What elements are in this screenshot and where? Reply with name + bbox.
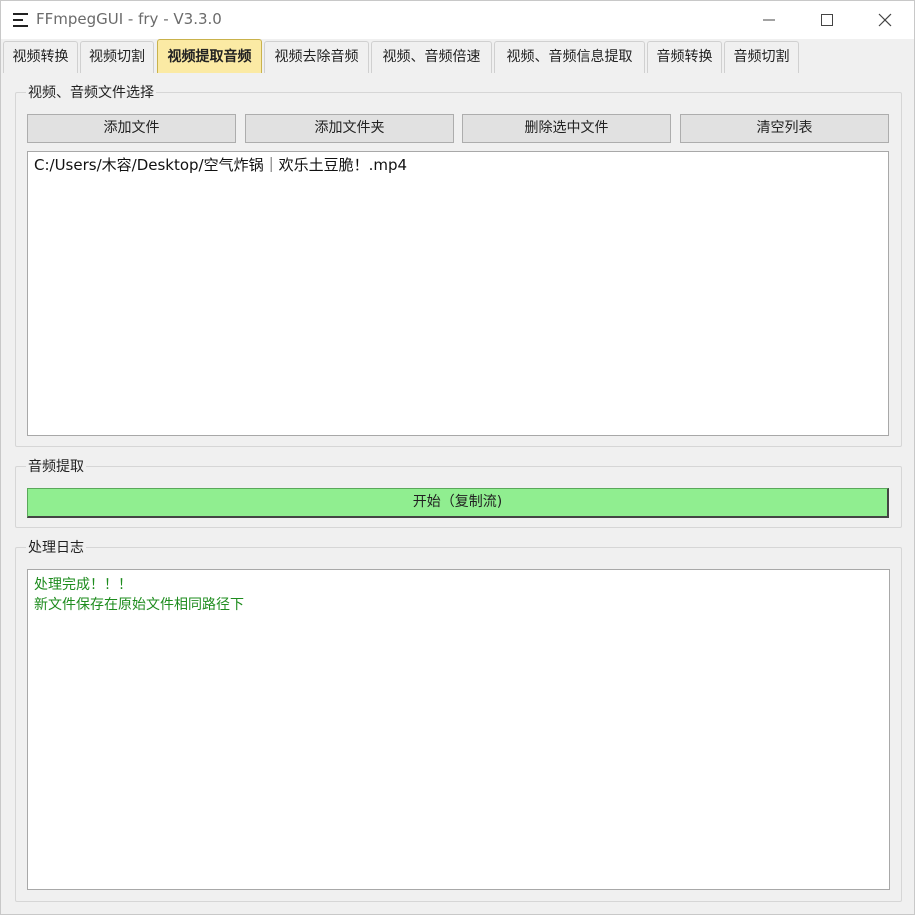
title-bar[interactable]: FFmpegGUI - fry - V3.3.0 [1,1,914,39]
list-item[interactable]: C:/Users/木容/Desktop/空气炸锅｜欢乐土豆脆！.mp4 [34,155,882,175]
file-list[interactable]: C:/Users/木容/Desktop/空气炸锅｜欢乐土豆脆！.mp4 [27,151,889,436]
log-line: 新文件保存在原始文件相同路径下 [34,597,244,613]
tab-speed[interactable]: 视频、音频倍速 [371,41,492,73]
app-window: FFmpegGUI - fry - V3.3.0 视频转换 视频切割 视频提取音… [0,0,915,915]
maximize-button[interactable] [798,1,856,39]
audio-extract-title: 音频提取 [26,458,86,476]
start-button[interactable]: 开始（复制流) [27,488,889,518]
log-title: 处理日志 [26,539,86,557]
tab-remove-audio[interactable]: 视频去除音频 [264,41,369,73]
clear-list-button[interactable]: 清空列表 [680,114,889,143]
tab-extract-audio[interactable]: 视频提取音频 [157,39,262,73]
tab-video-cut[interactable]: 视频切割 [80,41,154,73]
window-title: FFmpegGUI - fry - V3.3.0 [36,10,222,28]
log-textbox[interactable]: 处理完成！！！ 新文件保存在原始文件相同路径下 [27,569,890,890]
maximize-icon [821,14,833,26]
tab-info-extract[interactable]: 视频、音频信息提取 [494,41,645,73]
tab-bar: 视频转换 视频切割 视频提取音频 视频去除音频 视频、音频倍速 视频、音频信息提… [1,39,914,73]
file-selection-title: 视频、音频文件选择 [26,84,156,102]
close-button[interactable] [856,1,914,39]
add-file-button[interactable]: 添加文件 [27,114,236,143]
log-line: 处理完成！！！ [34,577,132,593]
minimize-button[interactable] [740,1,798,39]
delete-selected-button[interactable]: 删除选中文件 [462,114,671,143]
tab-video-convert[interactable]: 视频转换 [3,41,78,73]
tab-audio-convert[interactable]: 音频转换 [647,41,722,73]
minimize-icon [763,19,775,21]
close-icon [878,13,892,27]
menu-icon[interactable] [13,13,28,27]
tab-audio-cut[interactable]: 音频切割 [724,41,799,73]
add-folder-button[interactable]: 添加文件夹 [245,114,454,143]
